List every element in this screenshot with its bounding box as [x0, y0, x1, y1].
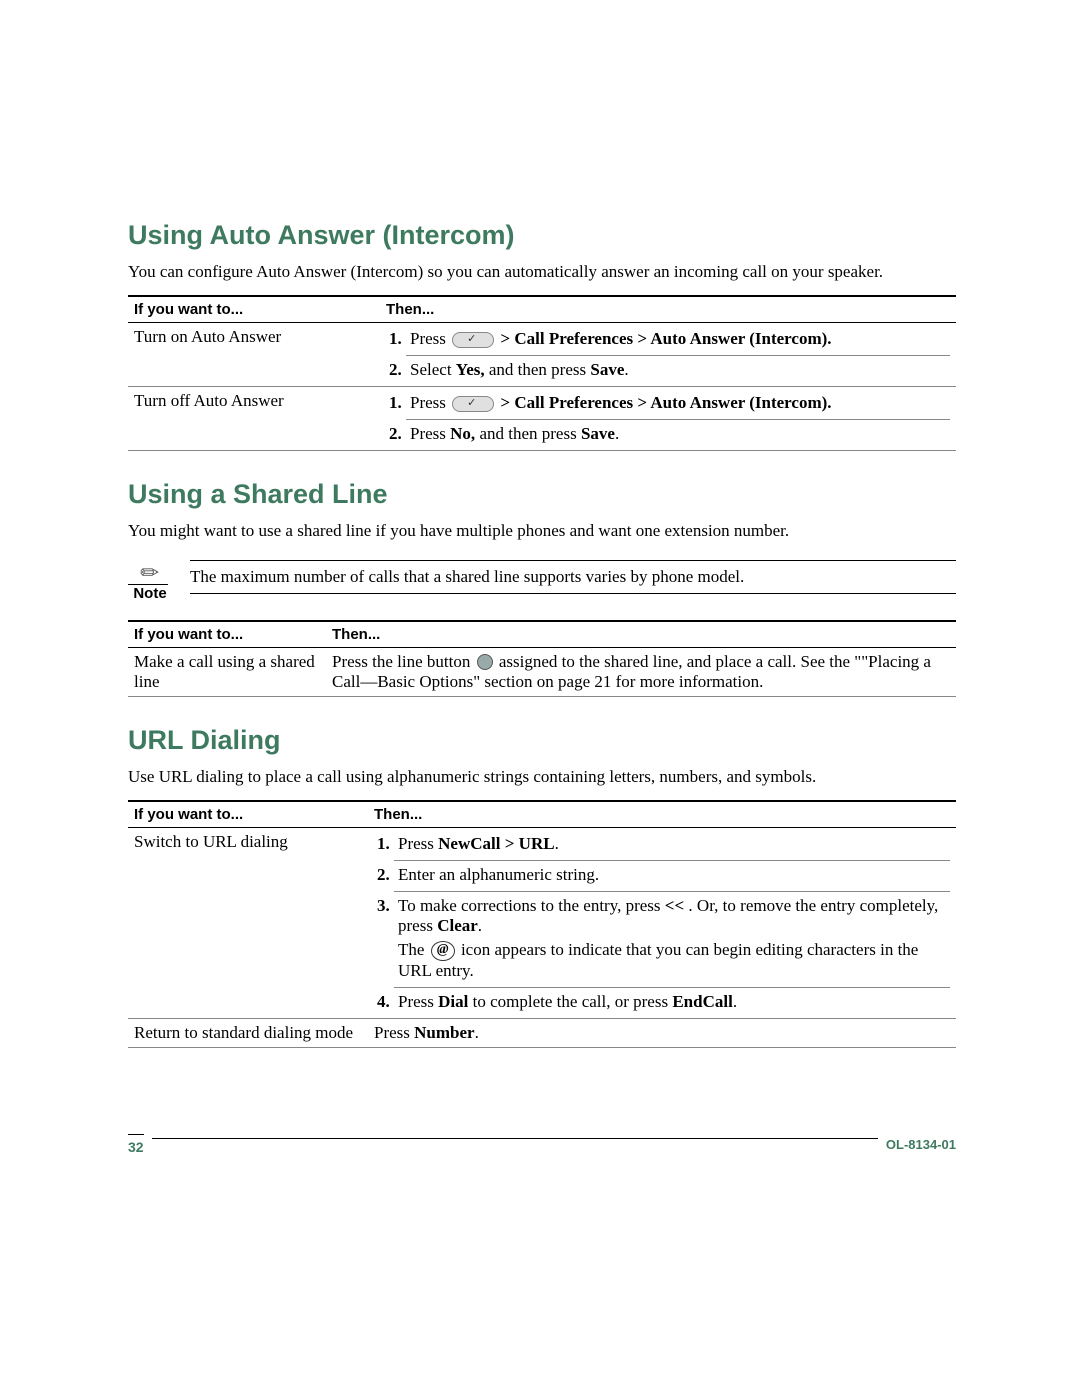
softkey-newcall-url: NewCall > URL	[438, 834, 554, 853]
text: Press	[374, 1023, 414, 1042]
note-body: The maximum number of calls that a share…	[190, 560, 956, 594]
heading-url-dialing: URL Dialing	[128, 725, 956, 756]
cell-want: Turn off Auto Answer	[128, 387, 380, 451]
softkey-dial: Dial	[438, 992, 468, 1011]
text: icon appears to indicate that you can be…	[398, 940, 918, 980]
heading-auto-answer: Using Auto Answer (Intercom)	[128, 220, 956, 251]
cell-want: Make a call using a shared line	[128, 648, 326, 697]
text: and then press	[475, 424, 581, 443]
option-yes: Yes,	[456, 360, 485, 379]
text: Press	[410, 424, 450, 443]
col-header-want: If you want to...	[128, 801, 368, 828]
cell-then: Press Number.	[368, 1019, 956, 1048]
table-shared-line: If you want to... Then... Make a call us…	[128, 620, 956, 697]
text: .	[478, 916, 482, 935]
menu-path: > Call Preferences > Auto Answer (Interc…	[496, 393, 831, 412]
text: Press	[398, 834, 438, 853]
text: Press the line button	[332, 652, 475, 671]
text: .	[733, 992, 737, 1011]
page-number: 32	[128, 1134, 144, 1155]
step: Press > Call Preferences > Auto Answer (…	[406, 391, 950, 415]
intro-shared-line: You might want to use a shared line if y…	[128, 520, 956, 542]
step: To make corrections to the entry, press …	[394, 891, 950, 983]
button-save: Save	[590, 360, 624, 379]
col-header-then: Then...	[368, 801, 956, 828]
step: Press No, and then press Save.	[406, 419, 950, 446]
cell-then: Press > Call Preferences > Auto Answer (…	[380, 387, 956, 451]
softkey-clear: Clear	[437, 916, 478, 935]
step: Select Yes, and then press Save.	[406, 355, 950, 382]
cell-then: Press NewCall > URL. Enter an alphanumer…	[368, 828, 956, 1019]
line-button-icon	[477, 654, 493, 670]
text: The	[398, 940, 429, 959]
cell-then: Press > Call Preferences > Auto Answer (…	[380, 323, 956, 387]
intro-url-dialing: Use URL dialing to place a call using al…	[128, 766, 956, 788]
text: .	[475, 1023, 479, 1042]
text: To make corrections to the entry, press	[398, 896, 665, 915]
step: Press Dial to complete the call, or pres…	[394, 987, 950, 1014]
document-id: OL-8134-01	[886, 1137, 956, 1152]
option-no: No,	[450, 424, 475, 443]
heading-shared-line: Using a Shared Line	[128, 479, 956, 510]
text: Select	[410, 360, 456, 379]
text: .	[624, 360, 628, 379]
cell-then: Press the line button assigned to the sh…	[326, 648, 956, 697]
text: and then press	[485, 360, 591, 379]
col-header-want: If you want to...	[128, 621, 326, 648]
cell-want: Return to standard dialing mode	[128, 1019, 368, 1048]
page-footer: 32 OL-8134-01	[128, 1128, 956, 1155]
table-auto-answer: If you want to... Then... Turn on Auto A…	[128, 295, 956, 451]
note-label: Note	[128, 585, 172, 602]
step: Press > Call Preferences > Auto Answer (…	[406, 327, 950, 351]
softkey-back: <<	[665, 896, 684, 915]
softkey-number: Number	[414, 1023, 474, 1042]
step: Enter an alphanumeric string.	[394, 860, 950, 887]
text: Press	[410, 393, 450, 412]
button-save: Save	[581, 424, 615, 443]
text: Press	[398, 992, 438, 1011]
cell-want: Turn on Auto Answer	[128, 323, 380, 387]
step: Press NewCall > URL.	[394, 832, 950, 856]
note-block: ✎ Note The maximum number of calls that …	[128, 560, 956, 602]
col-header-want: If you want to...	[128, 296, 380, 323]
table-url-dialing: If you want to... Then... Switch to URL …	[128, 800, 956, 1048]
text: .	[615, 424, 619, 443]
text: .	[555, 834, 559, 853]
intro-auto-answer: You can configure Auto Answer (Intercom)…	[128, 261, 956, 283]
col-header-then: Then...	[380, 296, 956, 323]
col-header-then: Then...	[326, 621, 956, 648]
text: to complete the call, or press	[468, 992, 672, 1011]
menu-path: > Call Preferences > Auto Answer (Interc…	[496, 329, 831, 348]
at-icon: @	[431, 941, 455, 961]
settings-button-icon	[452, 332, 494, 348]
text: Press	[410, 329, 450, 348]
cell-want: Switch to URL dialing	[128, 828, 368, 1019]
softkey-endcall: EndCall	[672, 992, 732, 1011]
settings-button-icon	[452, 396, 494, 412]
